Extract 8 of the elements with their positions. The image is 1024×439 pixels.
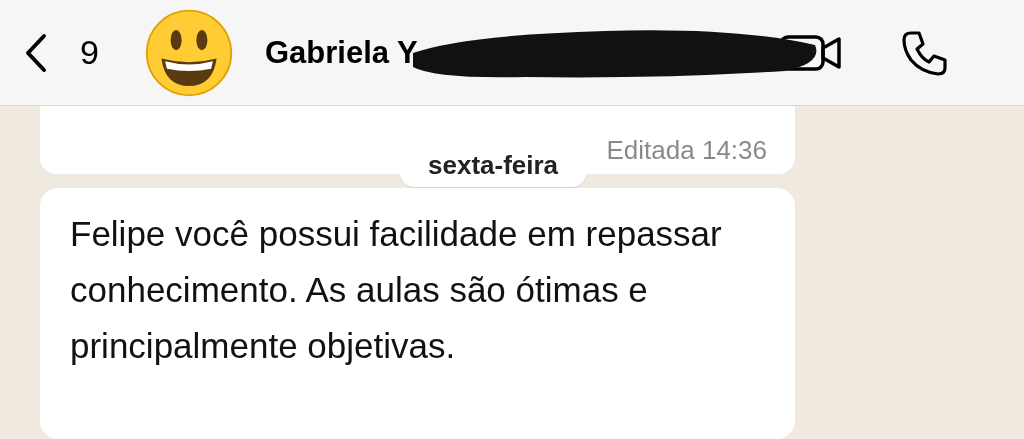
message-meta: Editada 14:36 [606,135,767,166]
date-separator: sexta-feira [400,144,587,187]
back-chevron-icon [24,32,48,73]
phone-call-icon[interactable] [901,28,949,77]
video-call-icon[interactable] [779,32,843,73]
message-text: Felipe você possui facilidade em repassar conhecimento. As aulas são ótimas e principalmente objetivas. [70,213,723,367]
contact-name[interactable]: Gabriela Y [264,34,418,71]
back-button[interactable]: 9 [24,32,99,73]
